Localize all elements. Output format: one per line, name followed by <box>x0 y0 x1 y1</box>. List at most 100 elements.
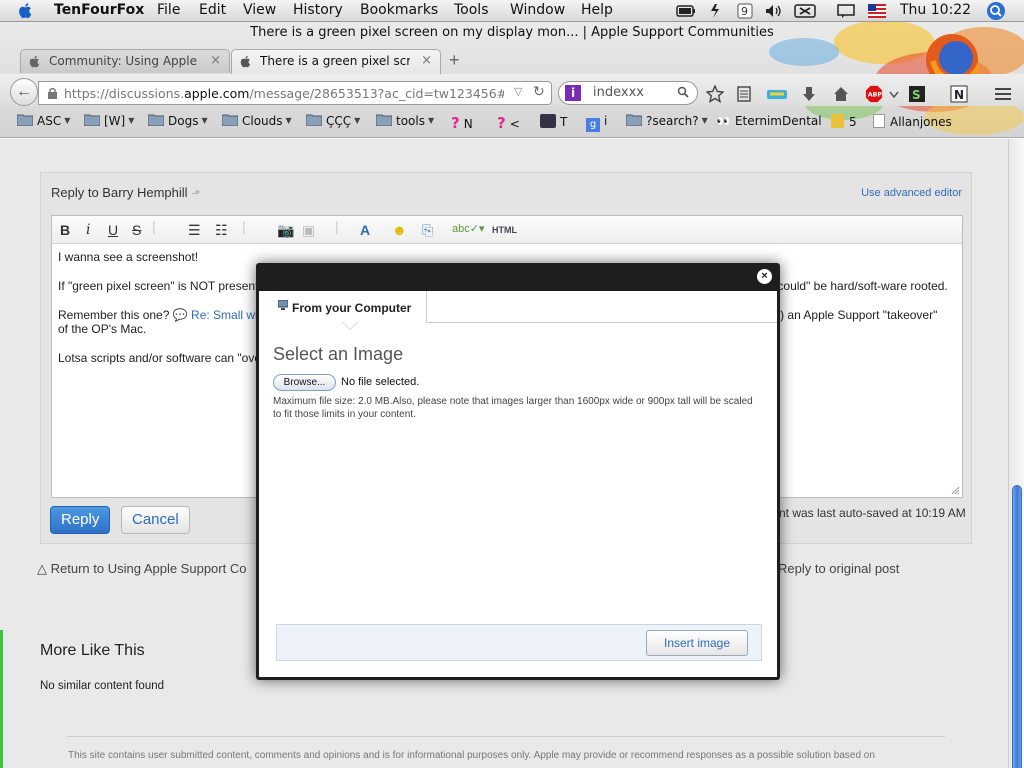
toolbar-divider: | <box>242 218 246 234</box>
insert-video-icon[interactable]: ▣ <box>302 222 315 239</box>
close-tab-icon[interactable]: × <box>421 53 432 68</box>
editor-paragraph: I wanna see a screenshot! <box>58 250 199 264</box>
strikethrough-button[interactable]: S <box>132 222 141 238</box>
insert-image-button[interactable]: Insert image <box>646 630 748 656</box>
input-menu-icon[interactable]: 9 <box>737 3 753 19</box>
bookmark-eternimdental[interactable]: 👀 EternimDental <box>716 114 822 128</box>
bookmark-lt[interactable]: ? < <box>497 114 520 132</box>
bookmark-folder-ccc[interactable]: ÇÇÇ ▼ <box>306 114 360 128</box>
reading-list-icon[interactable] <box>735 85 753 103</box>
menu-clock[interactable]: Thu 10:22 <box>900 2 971 18</box>
battery-icon[interactable] <box>676 3 696 19</box>
bullet-list-icon[interactable]: ☰ <box>188 222 201 239</box>
menu-bookmarks[interactable]: Bookmarks <box>360 2 438 18</box>
url-history-dropdown-icon[interactable]: ▽ <box>514 85 522 98</box>
tab-community[interactable]: Community: Using Apple ... × <box>20 49 230 73</box>
bookmark-folder-search[interactable]: ?search? ▼ <box>626 114 708 128</box>
sync-icon[interactable] <box>766 85 788 103</box>
addon-dropdown-icon[interactable] <box>887 85 901 103</box>
reply-button[interactable]: Reply <box>50 506 111 534</box>
return-link[interactable]: △ Return to Using Apple Support Co <box>37 561 246 577</box>
bookmark-folder-clouds[interactable]: Clouds ▼ <box>222 114 292 128</box>
adblock-icon[interactable]: ABP <box>864 85 884 103</box>
menu-window[interactable]: Window <box>510 2 565 18</box>
chat-icon[interactable] <box>837 3 855 19</box>
menu-file[interactable]: File <box>157 2 180 18</box>
italic-button[interactable]: i <box>86 222 90 238</box>
emoticon-icon[interactable]: ☻ <box>392 222 407 238</box>
url-bar[interactable]: https://discussions.apple.com/message/28… <box>38 81 552 105</box>
app-menu[interactable]: TenFourFox <box>54 2 144 18</box>
face-icon <box>831 114 844 128</box>
cancel-button[interactable]: Cancel <box>121 506 190 534</box>
reply-arrow-icon: ⬏ <box>191 188 201 200</box>
url-text[interactable]: https://discussions.apple.com/message/28… <box>64 86 504 101</box>
editor-toolbar: B i U S | ☰ ☷ | 📷 ▣ | A ☻ ⎘ abc✓▾ HTML <box>52 216 962 244</box>
volume-icon[interactable] <box>764 3 784 19</box>
close-icon[interactable]: × <box>757 269 772 284</box>
search-engine-icon[interactable]: i <box>565 85 581 101</box>
spellcheck-icon[interactable]: abc✓▾ <box>452 222 484 235</box>
page-icon <box>873 114 885 128</box>
script-icon[interactable] <box>708 3 722 19</box>
bookmark-folder-asc[interactable]: ASC ▼ <box>17 114 70 128</box>
no-similar-content: No similar content found <box>40 680 165 692</box>
bookmark-folder-tools[interactable]: tools ▼ <box>376 114 434 128</box>
search-icon[interactable] <box>677 86 689 98</box>
insert-image-icon[interactable]: 📷 <box>277 222 294 239</box>
thread-link[interactable]: Re: Small wh <box>191 308 262 322</box>
display-mirror-icon[interactable] <box>794 3 816 19</box>
link-icon[interactable]: ⎘ <box>422 222 433 239</box>
footer-divider <box>67 736 945 737</box>
bookmark-folder-dogs[interactable]: Dogs ▼ <box>148 114 208 128</box>
thread-link-icon: 💬 <box>172 308 188 322</box>
bookmark-folder-w[interactable]: [W] ▼ <box>84 114 134 128</box>
svg-text:9: 9 <box>741 5 748 18</box>
menu-view[interactable]: View <box>243 2 276 18</box>
numbered-list-icon[interactable]: ☷ <box>215 222 228 239</box>
notes-addon-icon[interactable]: N <box>950 85 968 103</box>
home-icon[interactable] <box>832 85 850 103</box>
back-button[interactable]: ← <box>10 78 38 106</box>
close-tab-icon[interactable]: × <box>210 53 221 68</box>
google-icon: g <box>586 118 600 132</box>
bookmark-google[interactable]: gi <box>586 114 607 132</box>
scroll-thumb[interactable] <box>1012 485 1022 768</box>
svg-text:ABP: ABP <box>868 92 883 99</box>
folder-icon <box>376 114 392 126</box>
search-bar[interactable]: i indexxx <box>558 81 698 105</box>
bookmark-star-icon[interactable] <box>706 85 724 103</box>
advanced-editor-link[interactable]: Use advanced editor <box>861 187 962 199</box>
tab-green-pixel[interactable]: There is a green pixel scr... × <box>231 49 441 74</box>
text-style-icon[interactable]: A <box>360 222 370 238</box>
page-scrollbar[interactable] <box>1008 139 1024 768</box>
spotlight-icon[interactable] <box>987 2 1005 20</box>
new-tab-button[interactable]: + <box>449 50 460 71</box>
menu-history[interactable]: History <box>293 2 343 18</box>
menu-edit[interactable]: Edit <box>199 2 226 18</box>
original-post-link[interactable]: Reply to original post <box>778 561 899 576</box>
bookmark-5[interactable]: 5 <box>831 114 857 129</box>
search-input[interactable]: indexxx <box>593 85 644 100</box>
apple-menu-icon[interactable] <box>18 2 34 19</box>
bold-button[interactable]: B <box>60 222 70 238</box>
bookmarks-toolbar: ASC ▼ [W] ▼ Dogs ▼ Clouds ▼ ÇÇÇ ▼ tools ▼ ? N ?… <box>0 110 1024 134</box>
menu-help[interactable]: Help <box>581 2 613 18</box>
underline-button[interactable]: U <box>108 222 118 238</box>
us-flag-icon[interactable] <box>868 3 886 19</box>
resize-grip-icon[interactable] <box>951 486 960 495</box>
html-button[interactable]: HTML <box>492 225 517 235</box>
script-addon-icon[interactable]: S <box>908 85 926 103</box>
apple-favicon-icon <box>240 55 251 68</box>
menu-tools[interactable]: Tools <box>454 2 489 18</box>
browse-button[interactable]: Browse... <box>273 374 336 391</box>
navigation-bar: ← https://discussions.apple.com/message/… <box>0 74 1024 106</box>
tab-from-computer[interactable]: From your Computer <box>259 291 427 330</box>
dialog-action-bar: Insert image <box>276 624 762 661</box>
download-icon[interactable] <box>800 85 818 103</box>
bookmark-t[interactable]: T <box>540 114 567 129</box>
bookmark-allanjones[interactable]: Allanjones <box>873 114 952 129</box>
bookmark-n[interactable]: ? N <box>451 114 473 132</box>
hamburger-menu-icon[interactable] <box>995 86 1011 100</box>
reload-icon[interactable]: ↻ <box>533 84 545 100</box>
